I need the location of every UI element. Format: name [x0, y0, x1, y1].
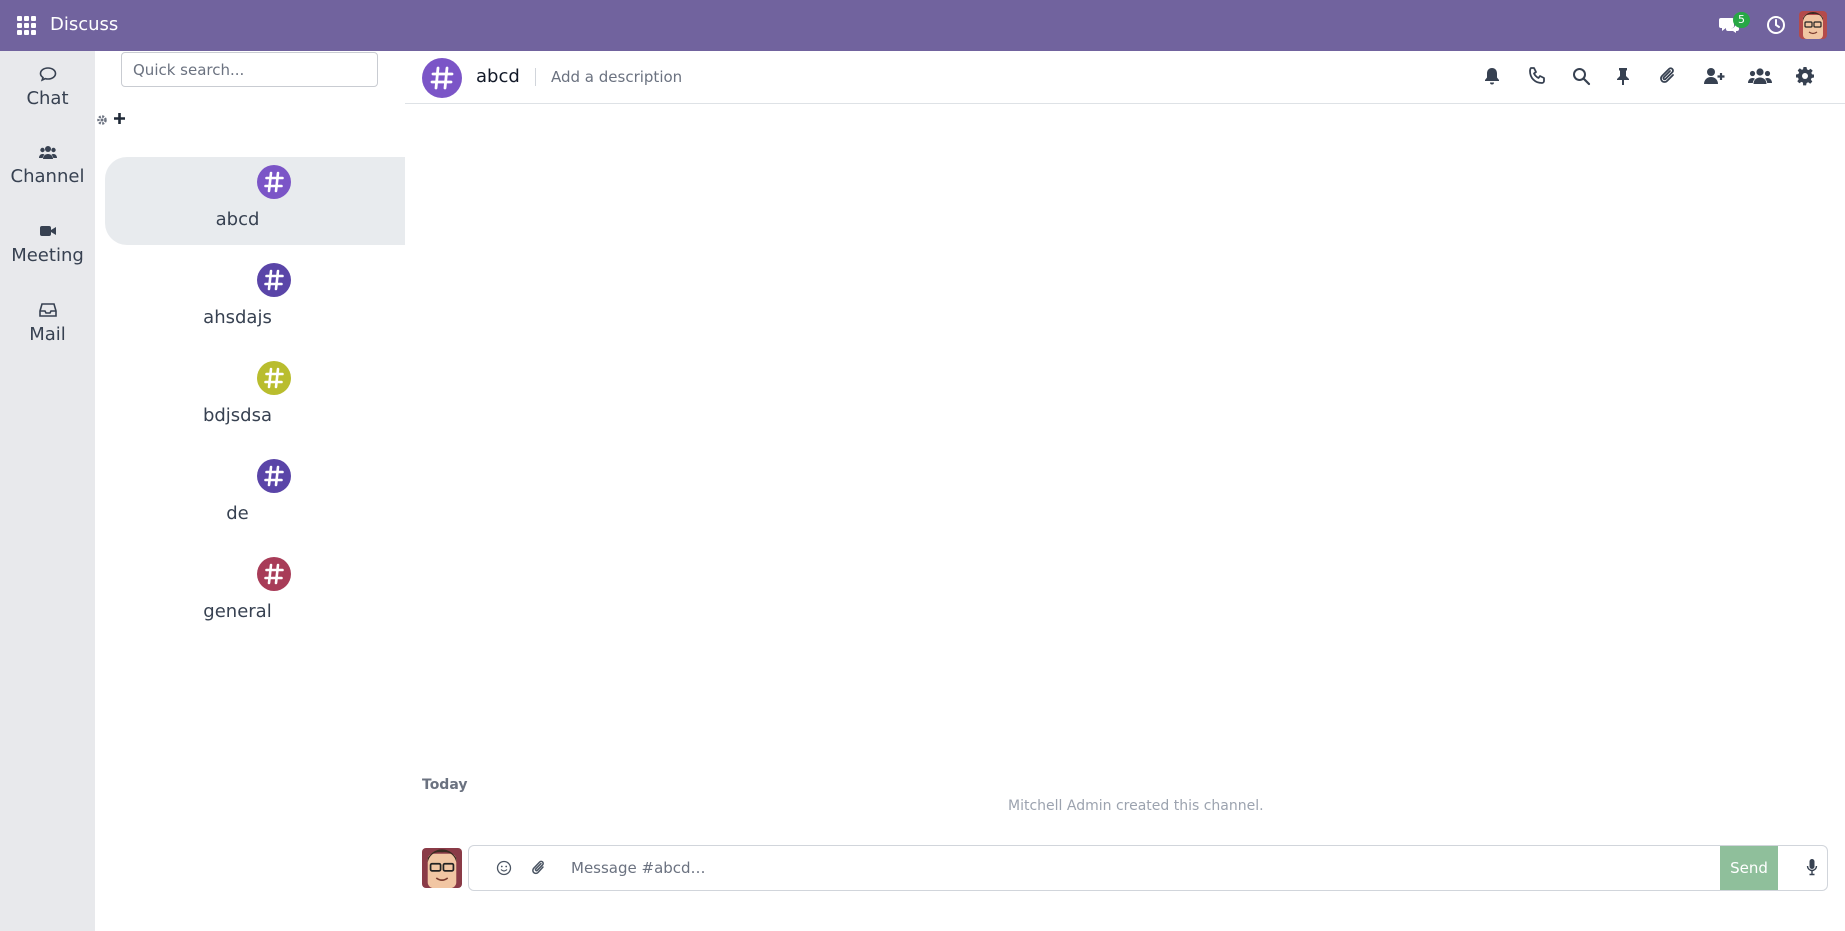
channel-name: bdjsdsa	[202, 405, 273, 426]
bell-icon[interactable]	[1482, 66, 1502, 86]
app-title[interactable]: Discuss	[50, 14, 118, 35]
add-channel-icon[interactable]	[112, 111, 127, 126]
channel-avatar	[257, 459, 291, 493]
message-input[interactable]	[571, 858, 1711, 878]
pin-icon[interactable]	[1613, 66, 1633, 86]
hash-icon	[264, 367, 284, 389]
channel-avatar[interactable]	[422, 58, 462, 98]
sidebar-item-label: Meeting	[11, 245, 84, 266]
emoji-icon[interactable]	[496, 860, 512, 876]
user-avatar[interactable]	[1799, 11, 1827, 39]
hash-icon	[264, 465, 284, 487]
paperclip-icon[interactable]	[1658, 66, 1678, 86]
channel-avatar	[257, 557, 291, 591]
activity-clock-icon[interactable]	[1766, 15, 1786, 35]
channel-item-general[interactable]: general	[105, 549, 405, 637]
add-user-icon[interactable]	[1703, 66, 1725, 86]
channel-settings-icon[interactable]	[95, 113, 109, 127]
sidebar-item-chat[interactable]: Chat	[0, 66, 95, 109]
channel-avatar	[257, 361, 291, 395]
users-icon	[38, 146, 57, 159]
sidebar-item-label: Chat	[26, 88, 69, 109]
attach-icon[interactable]	[531, 859, 547, 877]
sidebar-item-label: Channel	[10, 166, 85, 187]
channel-name: de	[226, 503, 249, 524]
settings-gear-icon[interactable]	[1795, 66, 1815, 86]
hash-icon	[264, 269, 284, 291]
channel-item-bdjsdsa[interactable]: bdjsdsa	[105, 353, 405, 441]
messages-badge: 5	[1733, 12, 1750, 28]
header-divider	[535, 68, 536, 86]
hash-icon	[264, 171, 284, 193]
top-navbar	[0, 0, 1845, 51]
microphone-icon[interactable]	[1806, 858, 1818, 876]
hash-icon	[430, 66, 454, 90]
apps-menu-icon[interactable]	[17, 16, 36, 35]
channel-item-de[interactable]: de	[105, 451, 405, 539]
inbox-icon	[38, 303, 57, 317]
phone-icon[interactable]	[1527, 66, 1547, 86]
channel-name: general	[203, 601, 272, 622]
quick-search-input[interactable]	[121, 52, 378, 87]
channel-item-ahsdajs[interactable]: ahsdajs	[105, 255, 405, 343]
composer-avatar	[422, 848, 462, 888]
channel-avatar	[257, 263, 291, 297]
channel-item-abcd[interactable]: abcd	[105, 157, 405, 245]
send-button[interactable]: Send	[1720, 846, 1778, 890]
date-separator: Today	[422, 777, 468, 793]
chat-icon	[39, 67, 56, 82]
sidebar-item-channel[interactable]: Channel	[0, 144, 95, 187]
channel-name: ahsdajs	[203, 307, 272, 328]
add-description-field[interactable]: Add a description	[551, 68, 682, 86]
channel-avatar	[257, 165, 291, 199]
thread-title[interactable]: abcd	[476, 66, 520, 87]
channel-name: abcd	[215, 209, 260, 230]
hash-icon	[264, 563, 284, 585]
search-icon[interactable]	[1571, 66, 1591, 86]
channel-created-notification: Mitchell Admin created this channel.	[1008, 798, 1264, 814]
members-icon[interactable]	[1748, 66, 1772, 86]
video-icon	[39, 226, 56, 236]
